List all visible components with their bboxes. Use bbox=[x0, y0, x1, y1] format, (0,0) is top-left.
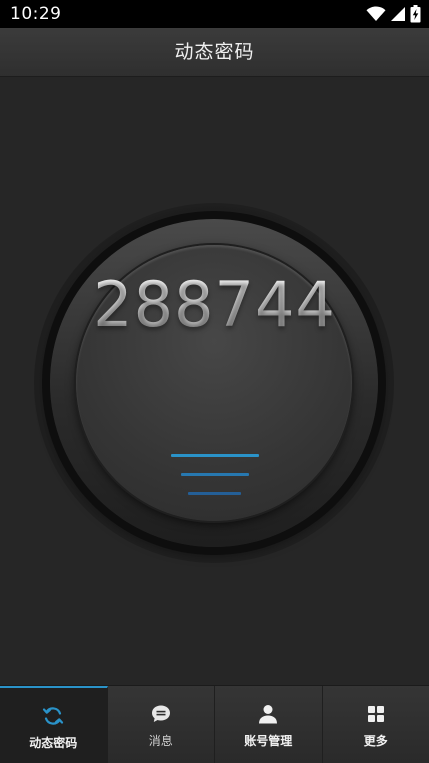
chat-bubble-icon bbox=[149, 702, 173, 726]
tab-messages[interactable]: 消息 bbox=[107, 686, 215, 763]
countdown-line-2 bbox=[181, 473, 249, 476]
tab-label: 更多 bbox=[363, 734, 388, 748]
tab-label: 动态密码 bbox=[29, 736, 78, 750]
countdown-line-3 bbox=[188, 492, 241, 495]
page-title: 动态密码 bbox=[174, 41, 255, 63]
battery-charging-icon bbox=[410, 5, 421, 23]
grid-icon bbox=[364, 702, 388, 726]
status-icons bbox=[366, 5, 421, 23]
tab-otp[interactable]: 动态密码 bbox=[0, 686, 108, 763]
app-screen: 10:29 动态密码 288744 动态密码 消息 账号管理 更多 bbox=[0, 0, 429, 763]
signal-icon bbox=[390, 6, 406, 22]
title-bar: 动态密码 bbox=[0, 28, 429, 77]
status-bar: 10:29 bbox=[0, 0, 429, 28]
countdown-indicator bbox=[0, 77, 429, 685]
countdown-line-1 bbox=[171, 454, 259, 457]
tab-label: 消息 bbox=[148, 734, 173, 748]
user-icon bbox=[256, 702, 280, 726]
wifi-icon bbox=[366, 6, 386, 22]
tab-label: 账号管理 bbox=[244, 734, 293, 748]
otp-panel: 288744 bbox=[0, 77, 429, 685]
tab-account-management[interactable]: 账号管理 bbox=[215, 686, 323, 763]
bottom-nav: 动态密码 消息 账号管理 更多 bbox=[0, 685, 429, 763]
refresh-icon bbox=[41, 704, 65, 728]
tab-more[interactable]: 更多 bbox=[322, 686, 429, 763]
status-time: 10:29 bbox=[10, 4, 62, 24]
